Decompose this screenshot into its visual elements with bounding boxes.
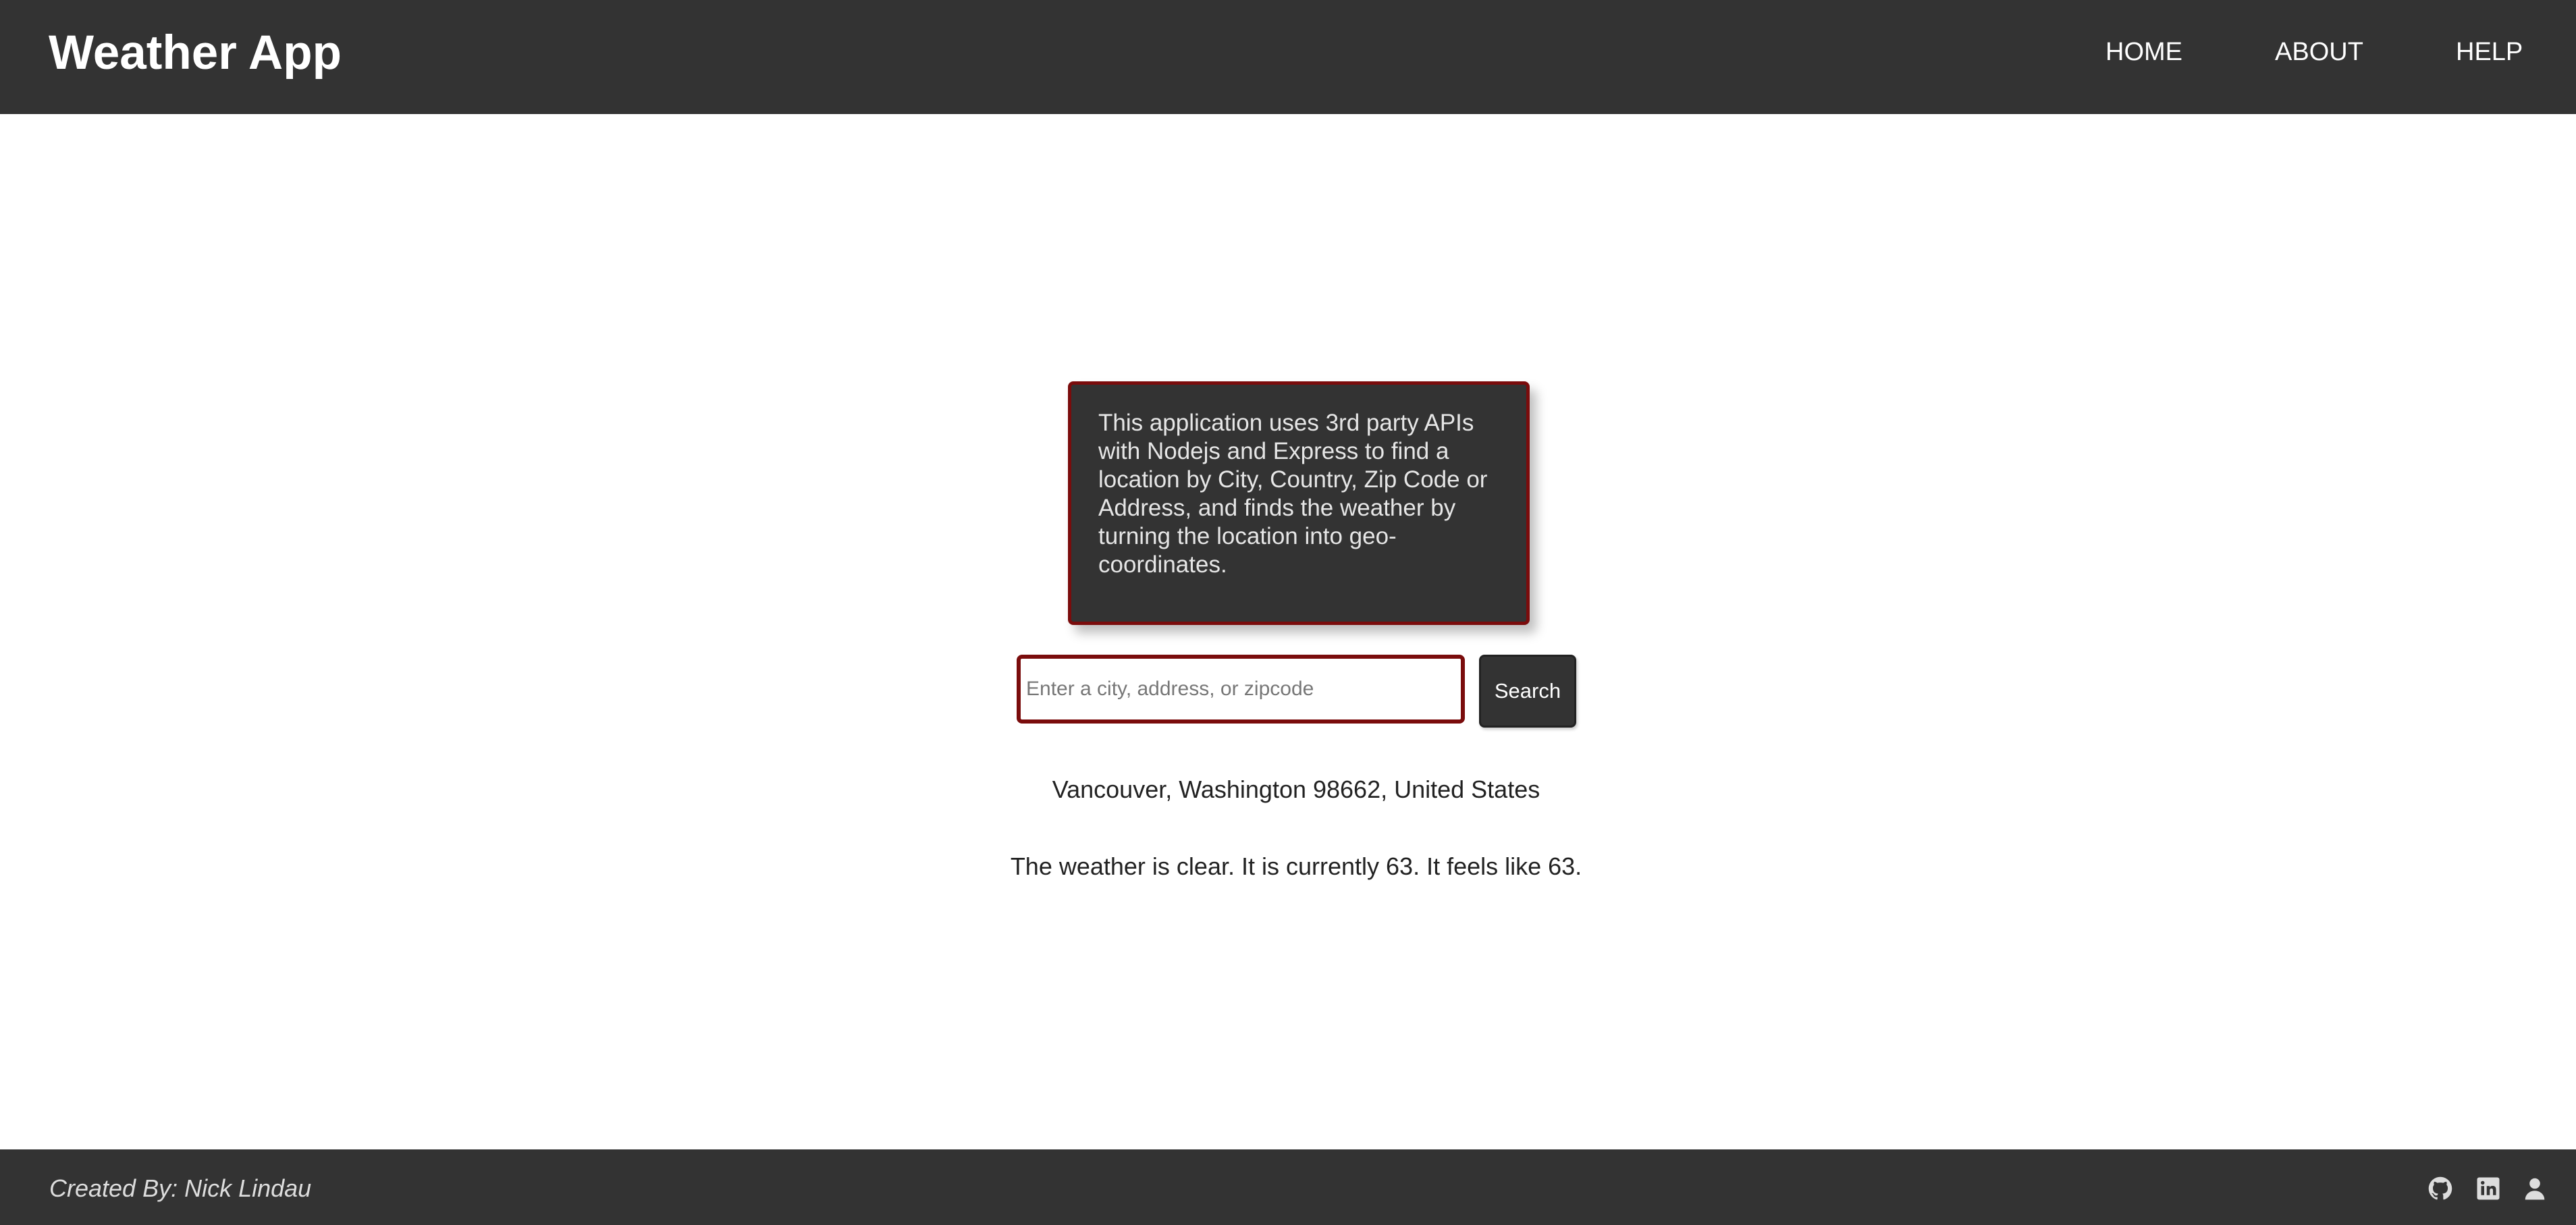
location-search-input[interactable] <box>1017 655 1465 724</box>
result-forecast: The weather is clear. It is currently 63… <box>1010 852 1582 880</box>
nav-about-link[interactable]: ABOUT <box>2275 36 2363 67</box>
nav-home-link[interactable]: HOME <box>2105 36 2182 67</box>
footer-credit: Created By: Nick Lindau <box>49 1174 312 1202</box>
search-button[interactable]: Search <box>1479 655 1576 728</box>
linkedin-icon[interactable] <box>2476 1176 2500 1201</box>
site-footer: Created By: Nick Lindau <box>0 1149 2576 1225</box>
info-card: This application uses 3rd party APIs wit… <box>1068 381 1530 625</box>
result-location: Vancouver, Washington 98662, United Stat… <box>1052 775 1540 803</box>
user-icon[interactable] <box>2523 1176 2547 1201</box>
info-card-text: This application uses 3rd party APIs wit… <box>1098 410 1488 578</box>
nav-help-link[interactable]: HELP <box>2456 36 2523 67</box>
github-icon[interactable] <box>2428 1176 2452 1201</box>
app-title[interactable]: Weather App <box>49 24 342 82</box>
page: Weather App HOME ABOUT HELP This applica… <box>0 0 2576 1225</box>
site-header: Weather App HOME ABOUT HELP <box>0 0 2576 114</box>
